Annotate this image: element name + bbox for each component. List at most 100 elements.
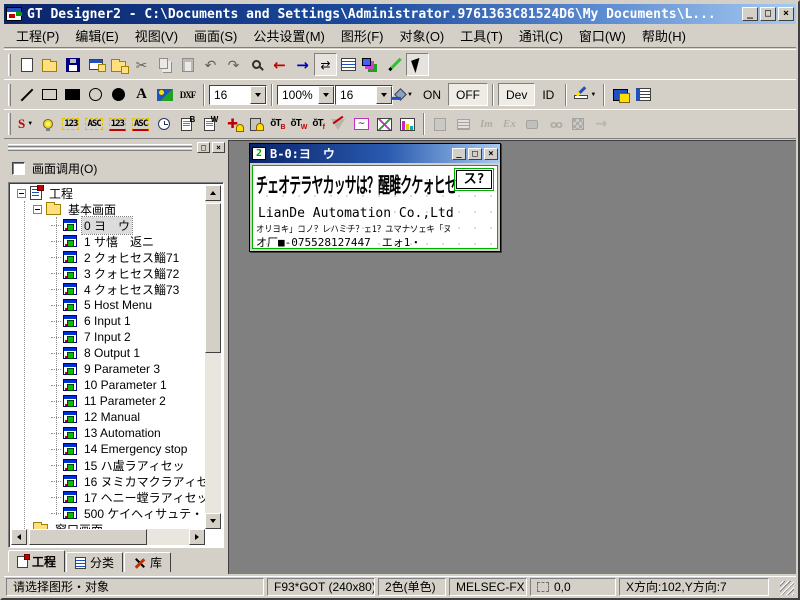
scroll-up-button[interactable]: [205, 185, 221, 201]
menu-item-project[interactable]: 工程(P): [8, 24, 67, 47]
dxf-tool-button[interactable]: DXF: [176, 83, 199, 106]
screen-list-button[interactable]: [337, 53, 360, 76]
tree-item[interactable]: 8 Output 1: [11, 345, 205, 361]
open-screen-button[interactable]: [107, 53, 130, 76]
toolbar-gripper[interactable]: [8, 113, 11, 135]
library-export-button[interactable]: Ex: [498, 113, 521, 136]
tree-item[interactable]: 500 ケイヘィサュテ・: [11, 505, 205, 521]
panel-float-button[interactable]: □: [197, 142, 210, 153]
undo-button[interactable]: ↶: [199, 53, 222, 76]
touchkey-word-button[interactable]: ŏTW: [288, 113, 310, 136]
tree-node-project[interactable]: 工程: [11, 185, 205, 201]
open-button[interactable]: [38, 53, 61, 76]
menu-item-tools[interactable]: 工具(T): [452, 24, 511, 47]
screen-call-checkbox[interactable]: [12, 162, 25, 175]
new-screen-button[interactable]: [84, 53, 107, 76]
screen-minimize-button[interactable]: _: [452, 148, 466, 160]
bar-graph-button[interactable]: [396, 113, 419, 136]
new-button[interactable]: [15, 53, 38, 76]
font-size-dropdown-button[interactable]: [250, 86, 266, 104]
collapse-icon[interactable]: [17, 189, 26, 198]
got-screen-area[interactable]: チェオテラヤカッサは？醒雎クケォヒセ ス? LianDe Automation …: [252, 165, 498, 249]
find-button[interactable]: oo: [544, 113, 567, 136]
id-display-button[interactable]: ID: [535, 83, 561, 106]
close-button[interactable]: ×: [778, 7, 794, 21]
tree-item[interactable]: 3 クォヒセス鯔72: [11, 265, 205, 281]
menu-item-window[interactable]: 窗口(W): [571, 24, 634, 47]
tree-node-window-screens[interactable]: 窗口画面: [11, 521, 205, 529]
library-import-button[interactable]: Im: [475, 113, 498, 136]
library-grid-button[interactable]: [567, 113, 590, 136]
tree-item[interactable]: 0 ヨ ウ: [11, 217, 205, 233]
save-button[interactable]: [61, 53, 84, 76]
panel-drag-handle[interactable]: [8, 143, 192, 152]
scroll-right-button[interactable]: [189, 529, 205, 545]
library-forward-button[interactable]: →: [590, 113, 613, 136]
ascii-input-button[interactable]: ASC: [129, 113, 152, 136]
tree-item[interactable]: 14 Emergency stop: [11, 441, 205, 457]
zoom-dropdown-button[interactable]: [318, 86, 334, 104]
alarm-history-button[interactable]: ✚: [221, 113, 244, 136]
menu-item-help[interactable]: 帮助(H): [634, 24, 694, 47]
horizontal-scrollbar[interactable]: [11, 529, 205, 545]
collapse-icon[interactable]: [33, 205, 42, 214]
select-button[interactable]: [406, 53, 429, 76]
comment-word-button[interactable]: W: [198, 113, 221, 136]
numeric-input-button[interactable]: 123: [106, 113, 129, 136]
panel-close-button[interactable]: ×: [212, 142, 225, 153]
scroll-down-button[interactable]: [205, 513, 221, 529]
screen-switch-button[interactable]: ⇄: [314, 53, 337, 76]
screen-maximize-button[interactable]: □: [468, 148, 482, 160]
tree-item[interactable]: 2 クォヒセス鯔71: [11, 249, 205, 265]
edit-vertex-button[interactable]: [383, 53, 406, 76]
data-view-button[interactable]: [632, 83, 655, 106]
small-text-object-2[interactable]: オ厂■-075528127447 エォ1・: [256, 234, 421, 250]
tree-item[interactable]: 4 クォヒセス鯔73: [11, 281, 205, 297]
tab-project[interactable]: 工程: [8, 550, 65, 572]
comment-bit-button[interactable]: B: [175, 113, 198, 136]
image-tool-button[interactable]: [153, 83, 176, 106]
line-color-button[interactable]: ▼: [571, 83, 599, 106]
text-tool-button[interactable]: A: [130, 83, 153, 106]
menu-item-screen[interactable]: 画面(S): [186, 24, 245, 47]
zoom-combo[interactable]: 100%: [277, 85, 335, 105]
maximize-button[interactable]: □: [760, 7, 776, 21]
tab-category[interactable]: 分类: [66, 552, 123, 572]
headline-text-object[interactable]: チェオテラヤカッサは？醒雎クケォヒセ: [256, 168, 456, 199]
screen-image-list-button[interactable]: [360, 53, 383, 76]
tree-item[interactable]: 16 ヌミカマクラアィセッ: [11, 473, 205, 489]
lamp-off-button[interactable]: OFF: [448, 83, 488, 106]
tree-item[interactable]: 15 ハ盧ラアィセッ: [11, 457, 205, 473]
screen-close-button[interactable]: ×: [484, 148, 498, 160]
parts-display-button[interactable]: [327, 113, 350, 136]
prev-screen-button[interactable]: ←: [268, 53, 291, 76]
tree-item[interactable]: 9 Parameter 3: [11, 361, 205, 377]
company-text-object[interactable]: LianDe Automation Co.,Ltd: [258, 206, 454, 221]
ascii-display-button[interactable]: ASC: [82, 113, 105, 136]
tree-item[interactable]: 13 Automation: [11, 425, 205, 441]
minimize-button[interactable]: _: [742, 7, 758, 21]
touchkey-func-button[interactable]: ŏTf: [309, 113, 327, 136]
rect-tool-button[interactable]: [38, 83, 61, 106]
line-tool-button[interactable]: [15, 83, 38, 106]
snap-combo[interactable]: 16: [335, 85, 393, 105]
menu-item-object[interactable]: 对象(O): [391, 24, 452, 47]
toolbar-gripper[interactable]: [8, 84, 11, 106]
next-screen-button[interactable]: →: [291, 53, 314, 76]
filled-rect-tool-button[interactable]: [61, 83, 84, 106]
touch-key-object[interactable]: ス?: [456, 170, 492, 189]
window-preview-button[interactable]: [609, 83, 632, 106]
switch-dropdown-button[interactable]: S▼: [15, 113, 36, 136]
horizontal-scroll-thumb[interactable]: [29, 529, 147, 545]
menu-item-view[interactable]: 视图(V): [127, 24, 186, 47]
font-size-combo[interactable]: 16: [209, 85, 267, 105]
stamp-button[interactable]: [521, 113, 544, 136]
alarm-list-button[interactable]: [244, 113, 267, 136]
screen-window-titlebar[interactable]: 2 B-0:ヨ ウ _ □ ×: [250, 144, 500, 163]
preview-button[interactable]: [245, 53, 268, 76]
copy-button[interactable]: [153, 53, 176, 76]
tab-library[interactable]: 库: [124, 552, 171, 572]
filled-circle-tool-button[interactable]: [107, 83, 130, 106]
menu-item-edit[interactable]: 编辑(E): [67, 24, 126, 47]
vertical-scroll-thumb[interactable]: [205, 203, 221, 353]
